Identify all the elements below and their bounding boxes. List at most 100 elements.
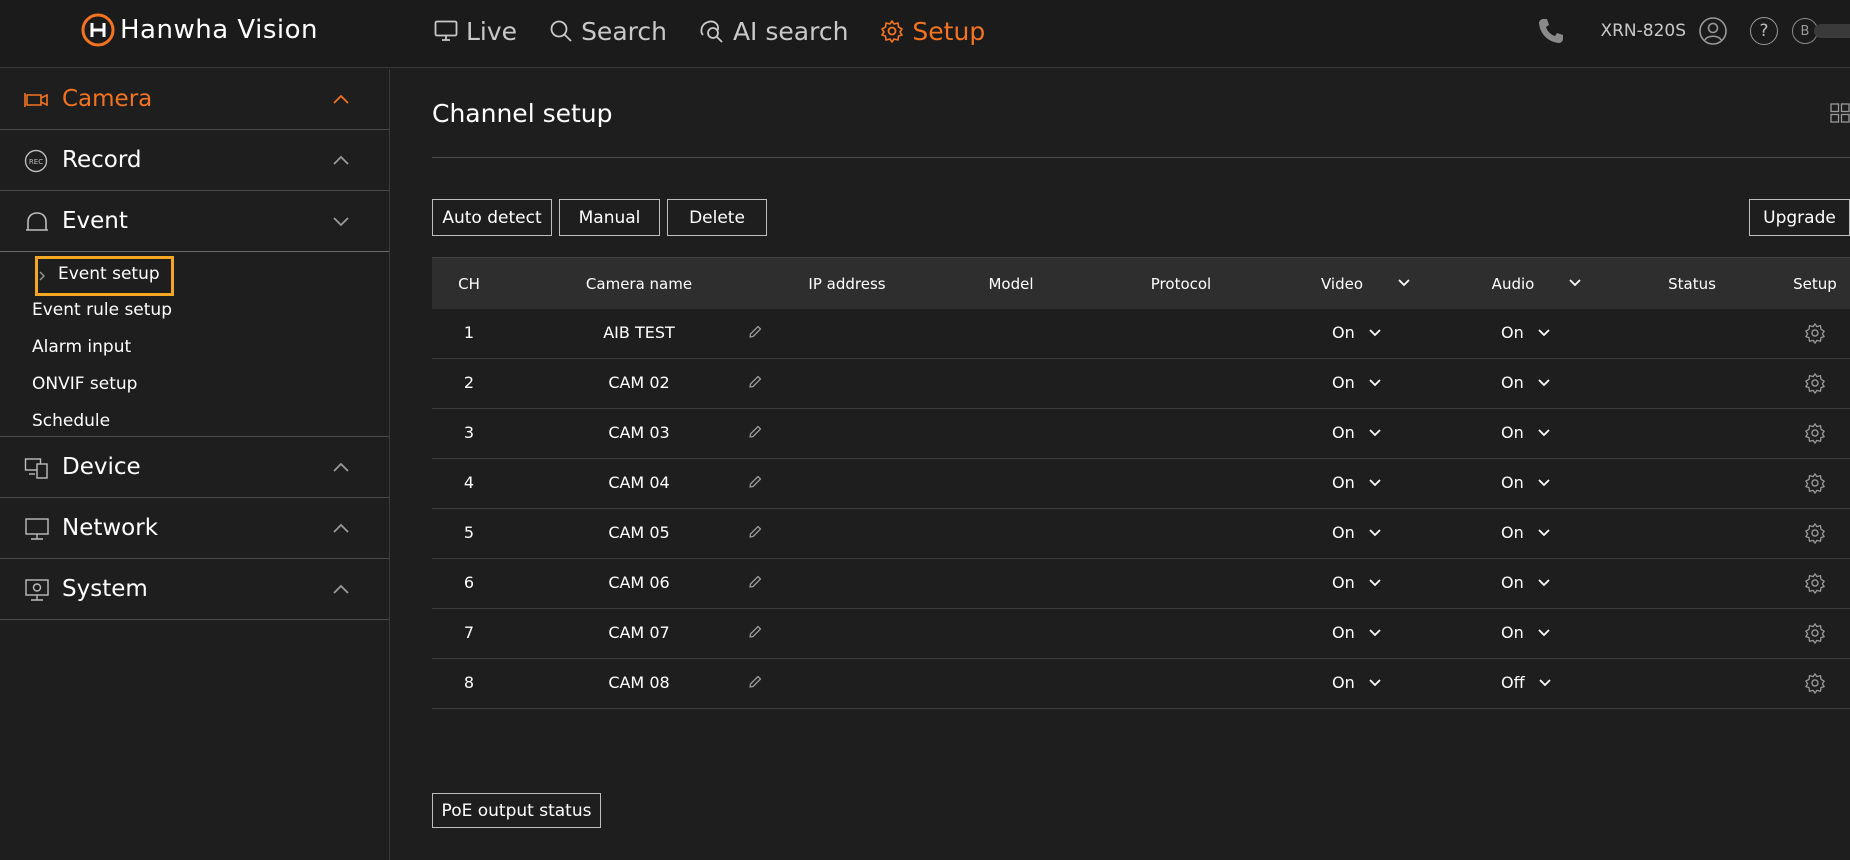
edit-name-icon[interactable] <box>747 374 763 390</box>
cell-ch: 7 <box>463 623 475 642</box>
nav-search-label: Search <box>581 16 667 46</box>
chevron-down-icon[interactable] <box>1398 279 1410 287</box>
poe-output-status-button[interactable]: PoE output status <box>432 793 601 828</box>
audio-select[interactable]: On <box>1501 573 1550 592</box>
nav-setup[interactable]: Setup <box>880 17 985 46</box>
sidebar-item-alarm-input[interactable]: Alarm input <box>32 337 131 357</box>
video-value: On <box>1332 323 1355 342</box>
video-select[interactable]: On <box>1332 373 1381 392</box>
badge-tail <box>1814 24 1850 38</box>
audio-select[interactable]: On <box>1501 373 1550 392</box>
video-select[interactable]: On <box>1332 473 1381 492</box>
edit-name-icon[interactable] <box>747 674 763 690</box>
sidebar-group-system[interactable]: System <box>0 559 389 620</box>
video-select[interactable]: On <box>1332 623 1381 642</box>
video-value: On <box>1332 623 1355 642</box>
edit-name-icon[interactable] <box>747 324 763 340</box>
chevron-down-icon <box>1369 578 1381 586</box>
user-badge-button[interactable]: B <box>1792 18 1850 44</box>
sidebar-item-schedule[interactable]: Schedule <box>32 411 110 431</box>
sidebar-group-network[interactable]: Network <box>0 498 389 559</box>
camera-icon <box>24 93 48 107</box>
camera-settings-gear-icon[interactable] <box>1804 472 1826 494</box>
chevron-down-icon <box>1369 678 1381 686</box>
chevron-down-icon <box>1538 578 1550 586</box>
edit-name-icon[interactable] <box>747 574 763 590</box>
audio-select[interactable]: Off <box>1501 673 1551 692</box>
chevron-down-icon <box>1369 528 1381 536</box>
delete-button[interactable]: Delete <box>667 199 767 236</box>
camera-settings-gear-icon[interactable] <box>1804 522 1826 544</box>
cell-camera-name: CAM 05 <box>608 523 670 542</box>
sidebar-group-event[interactable]: Event <box>0 191 389 252</box>
video-select[interactable]: On <box>1332 323 1381 342</box>
edit-name-icon[interactable] <box>747 424 763 440</box>
cell-camera-name: AIB TEST <box>603 323 675 342</box>
camera-settings-gear-icon[interactable] <box>1804 422 1826 444</box>
nav-live[interactable]: Live <box>434 17 517 46</box>
col-video[interactable]: Video <box>1321 275 1363 293</box>
channel-table: CH Camera name IP address Model Protocol… <box>432 257 1850 709</box>
search-icon <box>550 20 572 42</box>
col-ip-address: IP address <box>808 275 886 293</box>
sidebar-group-device[interactable]: Device <box>0 437 389 498</box>
chevron-up-icon <box>333 584 349 594</box>
cell-ch: 3 <box>463 423 475 442</box>
edit-name-icon[interactable] <box>747 624 763 640</box>
chevron-down-icon <box>1369 328 1381 336</box>
sidebar-group-camera[interactable]: Camera <box>0 69 389 130</box>
video-select[interactable]: On <box>1332 573 1381 592</box>
sidebar-item-onvif-setup[interactable]: ONVIF setup <box>32 374 137 394</box>
chevron-down-icon <box>1369 478 1381 486</box>
user-button[interactable] <box>1698 16 1728 46</box>
phone-button[interactable] <box>1536 16 1566 46</box>
video-select[interactable]: On <box>1332 523 1381 542</box>
devices-icon <box>24 458 48 479</box>
video-value: On <box>1332 673 1355 692</box>
help-icon: ? <box>1750 17 1778 45</box>
audio-select[interactable]: On <box>1501 623 1550 642</box>
video-value: On <box>1332 523 1355 542</box>
audio-select[interactable]: On <box>1501 423 1550 442</box>
help-button[interactable]: ? <box>1750 17 1778 45</box>
chevron-down-icon[interactable] <box>1569 279 1581 287</box>
auto-detect-button[interactable]: Auto detect <box>432 199 552 236</box>
nav-search[interactable]: Search <box>549 17 667 46</box>
sidebar-item-event-rule-setup[interactable]: Event rule setup <box>32 300 172 320</box>
audio-select[interactable]: On <box>1501 523 1550 542</box>
camera-settings-gear-icon[interactable] <box>1804 322 1826 344</box>
sidebar-group-record[interactable]: REC Record <box>0 130 389 191</box>
table-row: 7 CAM 07 On On <box>432 609 1850 659</box>
video-select[interactable]: On <box>1332 423 1381 442</box>
video-select[interactable]: On <box>1332 673 1381 692</box>
audio-select[interactable]: On <box>1501 323 1550 342</box>
manual-button[interactable]: Manual <box>559 199 660 236</box>
audio-select[interactable]: On <box>1501 473 1550 492</box>
title-divider <box>432 157 1850 158</box>
grid-view-icon[interactable] <box>1830 103 1850 123</box>
col-status: Status <box>1668 275 1716 293</box>
monitor-icon <box>434 20 458 41</box>
camera-settings-gear-icon[interactable] <box>1804 622 1826 644</box>
camera-settings-gear-icon[interactable] <box>1804 372 1826 394</box>
table-row: 2 CAM 02 On On <box>432 359 1850 409</box>
system-icon <box>25 579 49 601</box>
nav-setup-label: Setup <box>912 16 986 46</box>
sidebar-item-event-setup[interactable]: Event setup <box>58 264 160 284</box>
svg-text:REC: REC <box>29 158 43 166</box>
camera-settings-gear-icon[interactable] <box>1804 572 1826 594</box>
upgrade-button[interactable]: Upgrade <box>1749 199 1850 236</box>
sidebar: Camera REC Record Event Event setup Even… <box>0 69 390 860</box>
chevron-up-icon <box>333 462 349 472</box>
main-nav: Live Search AI search Setup <box>434 13 1017 49</box>
sidebar-group-label: Network <box>62 515 159 541</box>
bell-icon <box>26 212 48 231</box>
audio-value: On <box>1501 473 1524 492</box>
edit-name-icon[interactable] <box>747 524 763 540</box>
edit-name-icon[interactable] <box>747 474 763 490</box>
camera-settings-gear-icon[interactable] <box>1804 672 1826 694</box>
chevron-down-icon <box>1538 678 1551 686</box>
nav-ai-search[interactable]: AI search <box>699 17 848 46</box>
col-audio[interactable]: Audio <box>1492 275 1535 293</box>
brand-logo[interactable]: Hanwha Vision <box>78 10 318 50</box>
